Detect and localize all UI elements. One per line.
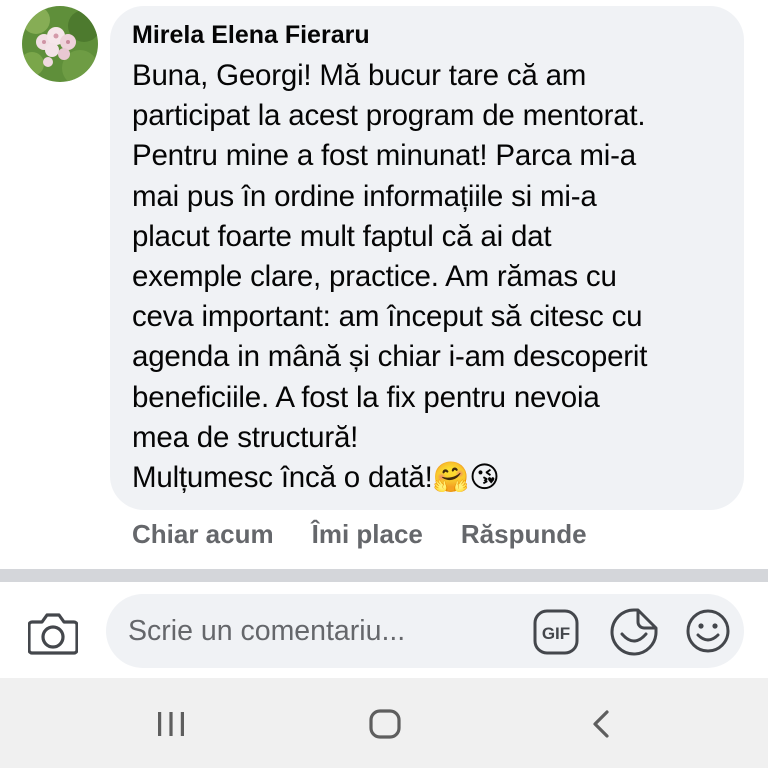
section-divider — [0, 569, 768, 582]
comment-emojis: 🤗😘 — [432, 461, 500, 495]
avatar-flowers-image — [22, 6, 98, 82]
sticker-icon[interactable] — [608, 606, 660, 658]
comment-input-placeholder[interactable]: Scrie un comentariu... — [128, 594, 528, 668]
reply-button[interactable]: Răspunde — [461, 519, 587, 550]
back-icon[interactable] — [582, 704, 622, 744]
comment-actions: Chiar acum Îmi place Răspunde — [132, 514, 587, 554]
comment-timestamp: Chiar acum — [132, 518, 274, 549]
camera-icon[interactable] — [27, 610, 79, 656]
comment-bubble[interactable]: Mirela Elena Fieraru Buna, Georgi! Mă bu… — [110, 6, 744, 510]
comment-input[interactable]: Scrie un comentariu... GIF — [106, 594, 744, 668]
system-navigation-bar — [0, 678, 768, 768]
gif-icon[interactable]: GIF — [532, 608, 580, 656]
comment-author[interactable]: Mirela Elena Fieraru — [132, 20, 722, 50]
comment-composer: Scrie un comentariu... GIF — [0, 582, 768, 678]
avatar[interactable] — [22, 6, 98, 82]
recent-apps-icon[interactable] — [151, 704, 191, 744]
comment-text-block: Buna, Georgi! Mă bucur tare că am partic… — [132, 56, 722, 498]
comment-text: Buna, Georgi! Mă bucur tare că am partic… — [132, 59, 648, 495]
svg-text:GIF: GIF — [542, 624, 570, 643]
emoji-icon[interactable] — [684, 607, 732, 655]
home-icon[interactable] — [365, 704, 405, 744]
like-button[interactable]: Îmi place — [312, 519, 423, 550]
